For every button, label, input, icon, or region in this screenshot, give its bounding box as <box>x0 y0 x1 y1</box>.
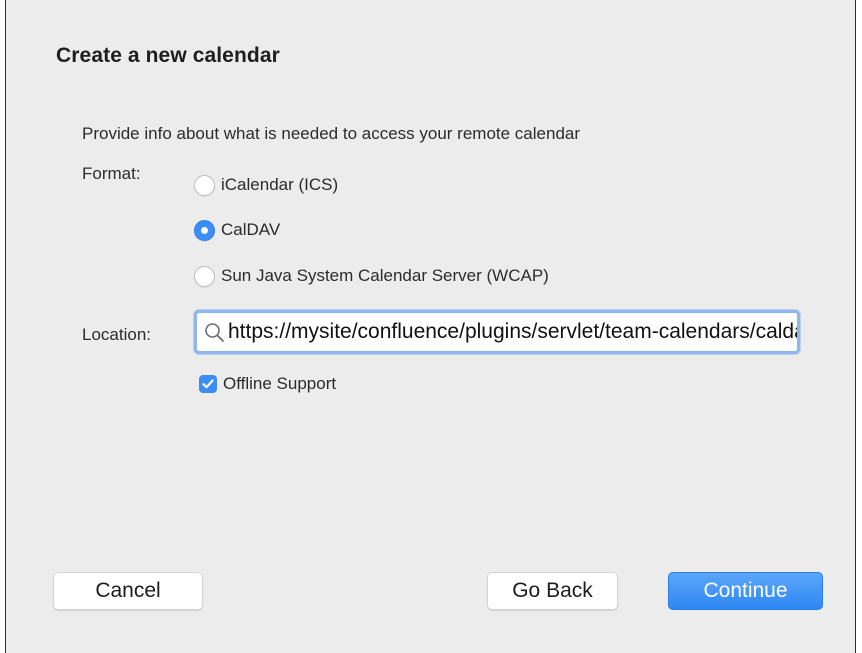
location-label: Location: <box>82 325 151 344</box>
checkmark-icon <box>202 379 214 389</box>
radio-label-caldav[interactable]: CalDAV <box>221 220 280 240</box>
search-icon <box>205 323 224 342</box>
create-calendar-dialog: Create a new calendar Provide info about… <box>5 0 856 653</box>
format-option-caldav[interactable]: CalDAV <box>194 217 280 243</box>
dialog-info-text: Provide info about what is needed to acc… <box>82 124 581 143</box>
go-back-button[interactable]: Go Back <box>487 572 618 610</box>
offline-support-label[interactable]: Offline Support <box>223 374 336 394</box>
radio-caldav[interactable] <box>194 219 215 241</box>
location-input[interactable] <box>228 320 797 344</box>
format-option-wcap[interactable]: Sun Java System Calendar Server (WCAP) <box>194 263 549 289</box>
format-option-icalendar[interactable]: iCalendar (ICS) <box>194 172 338 198</box>
continue-button[interactable]: Continue <box>668 572 823 610</box>
radio-label-icalendar[interactable]: iCalendar (ICS) <box>221 175 338 195</box>
dialog-title: Create a new calendar <box>56 44 280 67</box>
radio-wcap[interactable] <box>194 265 215 287</box>
radio-icalendar[interactable] <box>194 174 215 196</box>
offline-support-option[interactable]: Offline Support <box>199 374 336 394</box>
location-field[interactable] <box>194 310 800 354</box>
cancel-button[interactable]: Cancel <box>53 572 203 610</box>
radio-label-wcap[interactable]: Sun Java System Calendar Server (WCAP) <box>221 266 549 286</box>
format-label: Format: <box>82 164 141 183</box>
offline-support-checkbox[interactable] <box>199 375 217 393</box>
